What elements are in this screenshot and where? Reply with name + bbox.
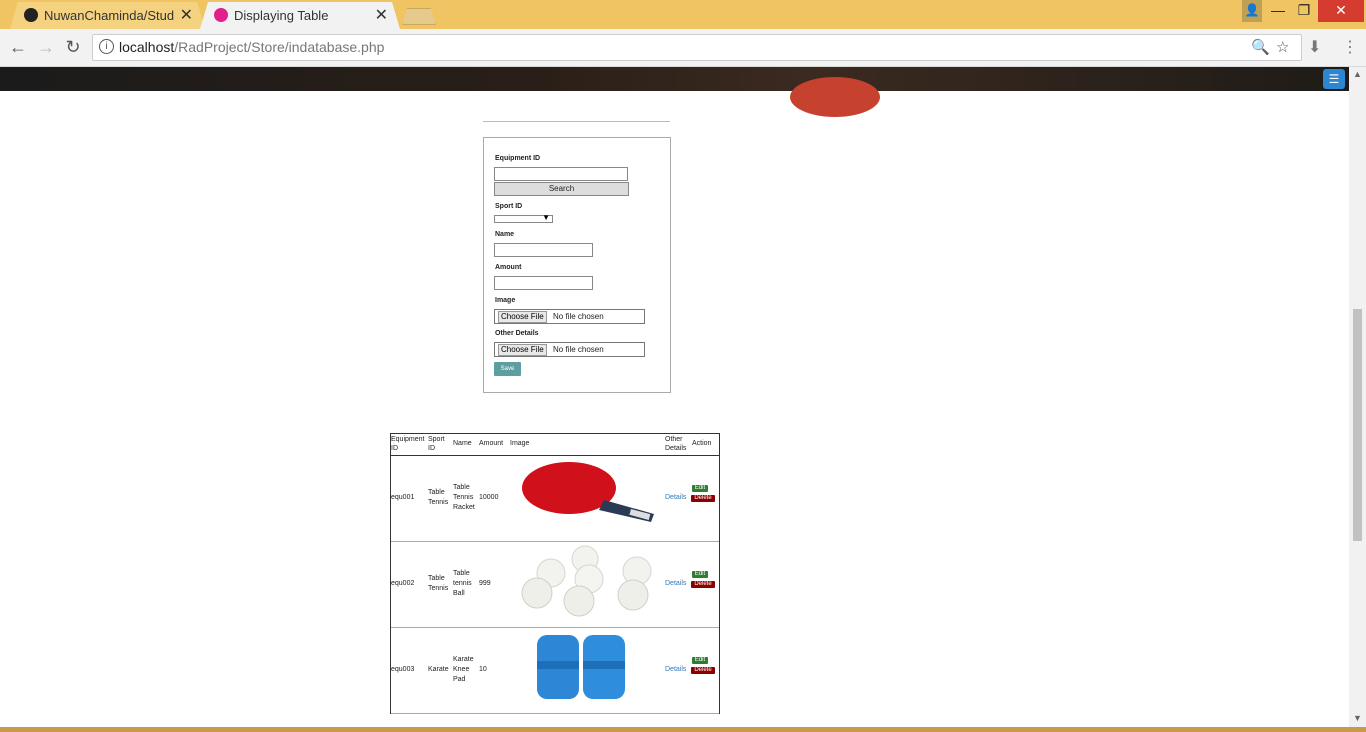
col-name: Name bbox=[453, 440, 472, 447]
save-button[interactable]: Save bbox=[494, 362, 521, 376]
url-text: localhost/RadProject/Store/indatabase.ph… bbox=[119, 39, 385, 55]
back-icon[interactable]: ← bbox=[8, 37, 28, 57]
scroll-up-icon[interactable]: ▲ bbox=[1353, 69, 1362, 79]
menu-toggle-button[interactable]: ☰ bbox=[1323, 69, 1345, 89]
zoom-icon[interactable]: 🔍 bbox=[1251, 38, 1270, 56]
amount-cell: 999 bbox=[479, 580, 491, 587]
taskbar bbox=[0, 727, 1366, 732]
col-other-details: Other Details bbox=[665, 436, 687, 452]
sport-id-cell: Table Tennis bbox=[428, 489, 449, 506]
scroll-down-icon[interactable]: ▼ bbox=[1353, 713, 1362, 723]
github-icon bbox=[24, 8, 38, 22]
tab-displaying-table[interactable]: Displaying Table ✕ bbox=[200, 2, 400, 29]
hero-image bbox=[790, 77, 880, 117]
name-label: Name bbox=[495, 231, 515, 238]
details-link[interactable]: Details bbox=[665, 493, 686, 503]
amount-cell: 10 bbox=[479, 666, 487, 673]
name-cell: Karate Knee Pad bbox=[453, 656, 474, 683]
col-amount: Amount bbox=[479, 440, 504, 447]
equipment-id-cell: equ002 bbox=[391, 580, 415, 587]
tab-github[interactable]: NuwanChaminda/Studen ✕ bbox=[10, 2, 205, 29]
tab-title: Displaying Table bbox=[234, 8, 329, 23]
choose-file-button[interactable]: Choose File bbox=[498, 311, 547, 323]
equipment-id-cell: equ001 bbox=[391, 494, 415, 501]
delete-button[interactable]: Delete bbox=[691, 667, 715, 674]
edit-button[interactable]: Edit bbox=[692, 571, 708, 578]
close-icon[interactable]: ✕ bbox=[375, 2, 388, 29]
scrollbar[interactable]: ▲ ▼ bbox=[1349, 67, 1366, 727]
karate-knee-pads-image bbox=[537, 635, 625, 699]
file-status: No file chosen bbox=[553, 312, 604, 321]
sport-id-label: Sport ID bbox=[495, 203, 523, 210]
equipment-id-label: Equipment ID bbox=[495, 155, 541, 162]
restore-button[interactable]: ❐ bbox=[1294, 0, 1314, 22]
reload-icon[interactable]: ↻ bbox=[63, 37, 83, 57]
file-status: No file chosen bbox=[553, 345, 604, 354]
image-label: Image bbox=[495, 297, 516, 304]
amount-input[interactable] bbox=[494, 276, 593, 290]
image-file-input[interactable]: Choose File No file chosen bbox=[494, 309, 645, 324]
scrollbar-thumb[interactable] bbox=[1353, 309, 1362, 541]
download-icon[interactable]: ⬇ bbox=[1308, 37, 1321, 57]
amount-label: Amount bbox=[495, 264, 522, 271]
table-tennis-racket-image bbox=[522, 462, 654, 522]
delete-button[interactable]: Delete bbox=[691, 581, 715, 588]
details-link[interactable]: Details bbox=[665, 579, 686, 589]
amount-cell: 10000 bbox=[479, 494, 499, 501]
col-sport-id: Sport ID bbox=[428, 436, 445, 452]
menu-dots-icon[interactable]: ⋮ bbox=[1342, 37, 1358, 57]
window-close-button[interactable]: ✕ bbox=[1318, 0, 1364, 22]
col-image: Image bbox=[510, 440, 530, 447]
info-icon[interactable]: i bbox=[99, 39, 114, 54]
table-row: equ002 Table Tennis Table tennis Ball 99… bbox=[391, 542, 719, 628]
col-equipment-id: Equipment ID bbox=[391, 436, 425, 452]
table-row: equ003 Karate Karate Knee Pad 10 Details… bbox=[391, 628, 719, 714]
forward-icon[interactable]: → bbox=[36, 37, 56, 57]
tab-title: NuwanChaminda/Studen bbox=[44, 8, 174, 23]
name-cell: Table Tennis Racket bbox=[453, 484, 475, 511]
close-icon[interactable]: ✕ bbox=[180, 2, 193, 29]
site-icon bbox=[214, 8, 228, 22]
divider bbox=[483, 121, 670, 122]
browser-toolbar: ← → ↻ i localhost/RadProject/Store/indat… bbox=[0, 29, 1366, 67]
sport-id-cell: Table Tennis bbox=[428, 575, 449, 592]
user-icon[interactable]: 👤 bbox=[1242, 0, 1262, 22]
details-link[interactable]: Details bbox=[665, 665, 686, 675]
delete-button[interactable]: Delete bbox=[691, 495, 715, 502]
name-cell: Table tennis Ball bbox=[453, 570, 472, 597]
equipment-id-input[interactable] bbox=[494, 167, 628, 181]
col-action: Action bbox=[692, 440, 712, 447]
choose-file-button[interactable]: Choose File bbox=[498, 344, 547, 356]
tab-strip: NuwanChaminda/Studen ✕ Displaying Table … bbox=[0, 0, 1366, 29]
edit-button[interactable]: Edit bbox=[692, 657, 708, 664]
dropdown-arrow-icon: ▼ bbox=[542, 213, 550, 222]
table-header: Equipment ID Sport ID Name Amount Image … bbox=[391, 433, 719, 456]
equipment-id-cell: equ003 bbox=[391, 666, 415, 673]
hero-banner bbox=[0, 67, 1349, 117]
other-details-label: Other Details bbox=[495, 330, 539, 337]
new-tab-button[interactable] bbox=[402, 8, 436, 25]
other-details-file-input[interactable]: Choose File No file chosen bbox=[494, 342, 645, 357]
sport-id-cell: Karate bbox=[428, 666, 449, 673]
bookmark-star-icon[interactable]: ☆ bbox=[1276, 38, 1289, 56]
equipment-form: Equipment ID Search Sport ID ▼ Name Amou… bbox=[483, 137, 671, 393]
minimize-button[interactable]: — bbox=[1268, 0, 1288, 22]
table-tennis-balls-image bbox=[521, 545, 652, 617]
search-button[interactable]: Search bbox=[494, 182, 629, 196]
sport-id-select[interactable]: ▼ bbox=[494, 213, 553, 223]
page-viewport: ☰ Equipment ID Search Sport ID ▼ Name Am… bbox=[0, 67, 1349, 727]
edit-button[interactable]: Edit bbox=[692, 485, 708, 492]
table-row: equ001 Table Tennis Table Tennis Racket … bbox=[391, 456, 719, 542]
address-bar[interactable]: i localhost/RadProject/Store/indatabase.… bbox=[92, 34, 1302, 61]
equipment-table: Equipment ID Sport ID Name Amount Image … bbox=[390, 433, 720, 714]
name-input[interactable] bbox=[494, 243, 593, 257]
